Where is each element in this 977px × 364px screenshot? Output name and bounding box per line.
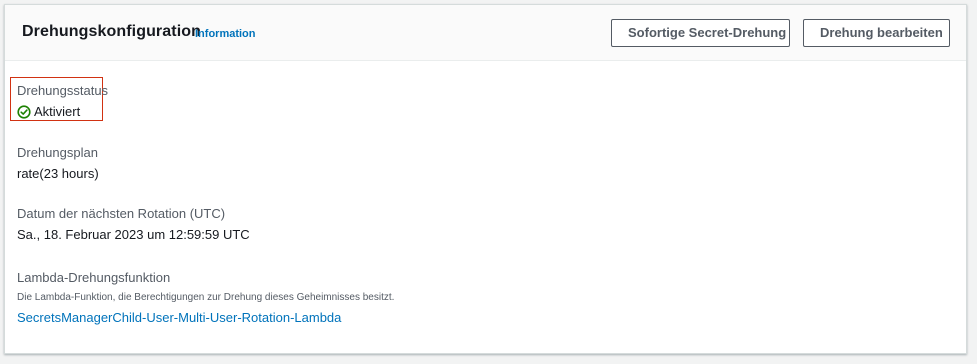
lambda-function-link[interactable]: SecretsManagerChild-User-Multi-User-Rota… [17,310,394,326]
panel-title: Drehungskonfiguration [22,23,201,40]
next-rotation-value: Sa., 18. Februar 2023 um 12:59:59 UTC [17,227,250,242]
lambda-function-field: Lambda-Drehungsfunktion Die Lambda-Funkt… [17,270,394,326]
panel-header: Drehungskonfiguration Information Sofort… [5,5,966,61]
check-circle-icon [17,105,31,119]
rotation-schedule-value: rate(23 hours) [17,166,99,181]
next-rotation-label: Datum der nächsten Rotation (UTC) [17,206,226,221]
rotation-status-text: Aktiviert [34,104,81,119]
rotation-status-value: Aktiviert [17,104,108,120]
next-rotation-field: Datum der nächsten Rotation (UTC) Sa., 1… [17,206,250,243]
lambda-function-description: Die Lambda-Funktion, die Berechtigungen … [17,292,395,303]
info-link[interactable]: Information [195,28,256,40]
rotation-status-field: Drehungsstatus Aktiviert [17,83,108,120]
rotate-secret-now-button[interactable]: Sofortige Secret-Drehung [611,19,790,47]
rotation-status-label: Drehungsstatus [17,83,109,98]
edit-rotation-button[interactable]: Drehung bearbeiten [803,19,950,47]
rotation-schedule-label: Drehungsplan [17,145,98,160]
lambda-function-label: Lambda-Drehungsfunktion [17,270,171,285]
rotation-schedule-field: Drehungsplan rate(23 hours) [17,145,99,182]
